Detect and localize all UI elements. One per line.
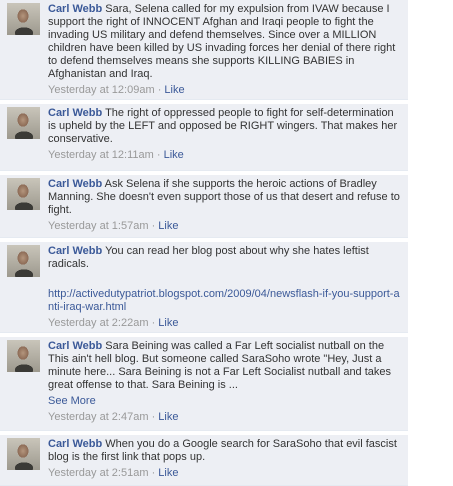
comment-body: Carl Webb When you do a Google search fo… xyxy=(48,438,402,480)
separator: · xyxy=(151,317,156,329)
timestamp[interactable]: Yesterday at 1:57am xyxy=(48,220,149,232)
like-link[interactable]: Like xyxy=(164,149,184,161)
comment-body: Carl Webb Ask Selena if she supports the… xyxy=(48,178,402,233)
comment-item: Carl Webb Sara, Selena called for my exp… xyxy=(0,0,408,100)
comment-body: Carl Webb Sara Beining was called a Far … xyxy=(48,340,402,424)
avatar[interactable] xyxy=(7,3,40,35)
like-link[interactable]: Like xyxy=(158,317,178,329)
comment-item: Carl Webb When you do a Google search fo… xyxy=(0,435,408,486)
author-link[interactable]: Carl Webb xyxy=(48,340,102,352)
comment-item: Carl Webb Ask Selena if she supports the… xyxy=(0,175,408,238)
author-link[interactable]: Carl Webb xyxy=(48,3,102,15)
separator: · xyxy=(156,149,161,161)
comment-feed: Carl Webb Sara, Selena called for my exp… xyxy=(0,0,453,486)
blog-link[interactable]: http://activedutypatriot.blogspot.com/20… xyxy=(48,288,402,314)
author-link[interactable]: Carl Webb xyxy=(48,438,102,450)
comment-item: Carl Webb The right of oppressed people … xyxy=(0,104,408,171)
comment-body: Carl Webb The right of oppressed people … xyxy=(48,107,402,162)
timestamp[interactable]: Yesterday at 2:47am xyxy=(48,411,149,423)
comment-body: Carl Webb Sara, Selena called for my exp… xyxy=(48,3,402,97)
timestamp[interactable]: Yesterday at 12:09am xyxy=(48,84,155,96)
comment-meta: Yesterday at 2:22am · Like xyxy=(48,317,402,330)
timestamp[interactable]: Yesterday at 2:51am xyxy=(48,467,149,479)
avatar[interactable] xyxy=(7,438,40,470)
comment-meta: Yesterday at 2:51am · Like xyxy=(48,467,402,480)
comment-meta: Yesterday at 2:47am · Like xyxy=(48,411,402,424)
separator: · xyxy=(151,411,156,423)
author-link[interactable]: Carl Webb xyxy=(48,245,102,257)
like-link[interactable]: Like xyxy=(158,220,178,232)
like-link[interactable]: Like xyxy=(164,84,184,96)
separator: · xyxy=(151,220,156,232)
like-link[interactable]: Like xyxy=(158,467,178,479)
see-more-link[interactable]: See More xyxy=(48,395,402,408)
comment-item: Carl Webb Sara Beining was called a Far … xyxy=(0,337,408,431)
timestamp[interactable]: Yesterday at 12:11am xyxy=(48,149,154,161)
separator: · xyxy=(151,467,156,479)
comment-meta: Yesterday at 12:09am · Like xyxy=(48,84,402,97)
timestamp[interactable]: Yesterday at 2:22am xyxy=(48,317,149,329)
comment-meta: Yesterday at 12:11am · Like xyxy=(48,149,402,162)
separator: · xyxy=(157,84,162,96)
like-link[interactable]: Like xyxy=(158,411,178,423)
avatar[interactable] xyxy=(7,107,40,139)
comment-meta: Yesterday at 1:57am · Like xyxy=(48,220,402,233)
comment-item: Carl Webb You can read her blog post abo… xyxy=(0,242,408,333)
avatar[interactable] xyxy=(7,178,40,210)
avatar[interactable] xyxy=(7,340,40,372)
author-link[interactable]: Carl Webb xyxy=(48,178,102,190)
avatar[interactable] xyxy=(7,245,40,277)
comment-body: Carl Webb You can read her blog post abo… xyxy=(48,245,402,330)
author-link[interactable]: Carl Webb xyxy=(48,107,102,119)
